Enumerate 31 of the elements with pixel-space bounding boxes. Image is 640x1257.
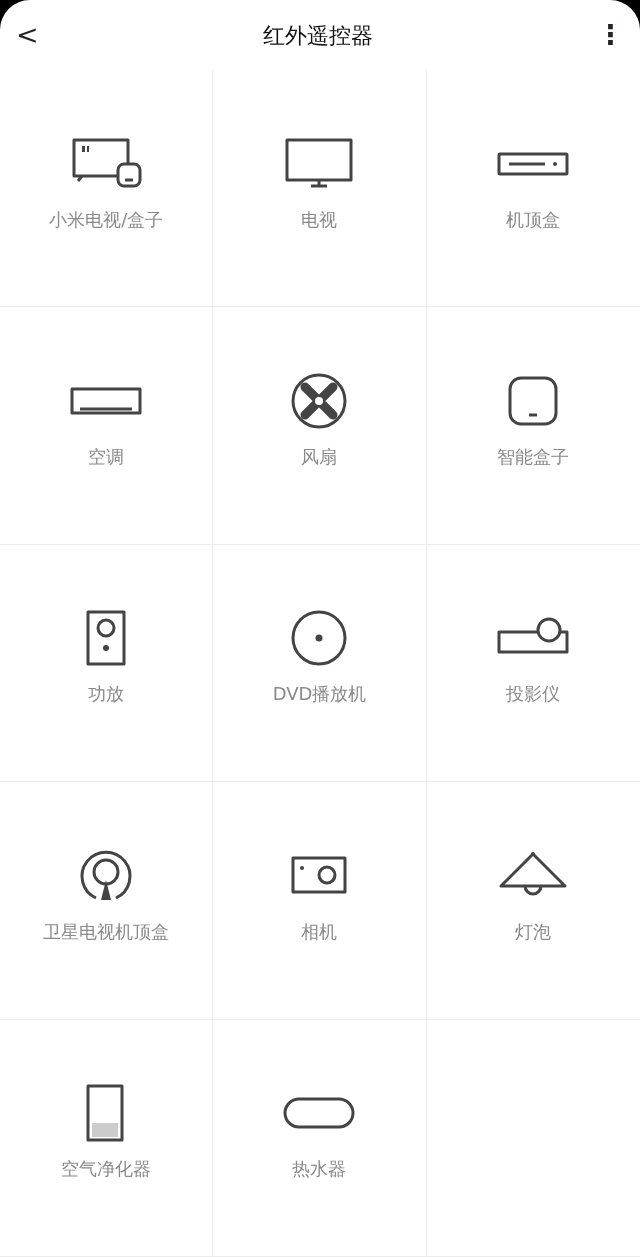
- device-tile[interactable]: DVD播放机: [213, 544, 427, 783]
- back-button[interactable]: <: [16, 21, 39, 49]
- device-label: 风扇: [301, 445, 338, 470]
- device-tile[interactable]: 小米电视/盒子: [0, 70, 214, 308]
- device-label: 机顶盒: [506, 207, 561, 232]
- device-label: 功放: [88, 682, 125, 707]
- device-tile[interactable]: 空调: [0, 307, 214, 545]
- device-tile[interactable]: 智能盒子: [426, 307, 640, 545]
- device-label: 空气净化器: [61, 1157, 152, 1182]
- device-label: 投影仪: [506, 682, 561, 707]
- device-label: 灯泡: [515, 919, 552, 944]
- page-title: 红外遥控器: [262, 21, 373, 50]
- device-tile[interactable]: 相机: [213, 782, 427, 1020]
- device-label: 相机: [301, 919, 338, 944]
- device-tile[interactable]: 卫星电视机顶盒: [0, 782, 214, 1020]
- device-tile[interactable]: 风扇: [213, 307, 427, 545]
- device-label: 卫星电视机顶盒: [43, 919, 170, 944]
- device-label: 电视: [301, 207, 338, 232]
- device-tile[interactable]: 投影仪: [426, 544, 640, 783]
- more-menu-button[interactable]: ⋮: [597, 21, 624, 49]
- device-label: 小米电视/盒子: [49, 207, 164, 232]
- device-label: 热水器: [292, 1157, 347, 1182]
- device-label: 智能盒子: [497, 445, 570, 470]
- device-tile[interactable]: 灯泡: [426, 782, 640, 1020]
- device-label: DVD播放机: [272, 682, 367, 707]
- device-tile[interactable]: 功放: [0, 544, 214, 783]
- device-tile[interactable]: 电视: [213, 70, 427, 308]
- device-tile[interactable]: 热水器: [213, 1019, 427, 1257]
- device-label: 空调: [88, 445, 125, 470]
- device-tile[interactable]: 机顶盒: [426, 70, 640, 308]
- device-tile[interactable]: 空气净化器: [0, 1019, 214, 1257]
